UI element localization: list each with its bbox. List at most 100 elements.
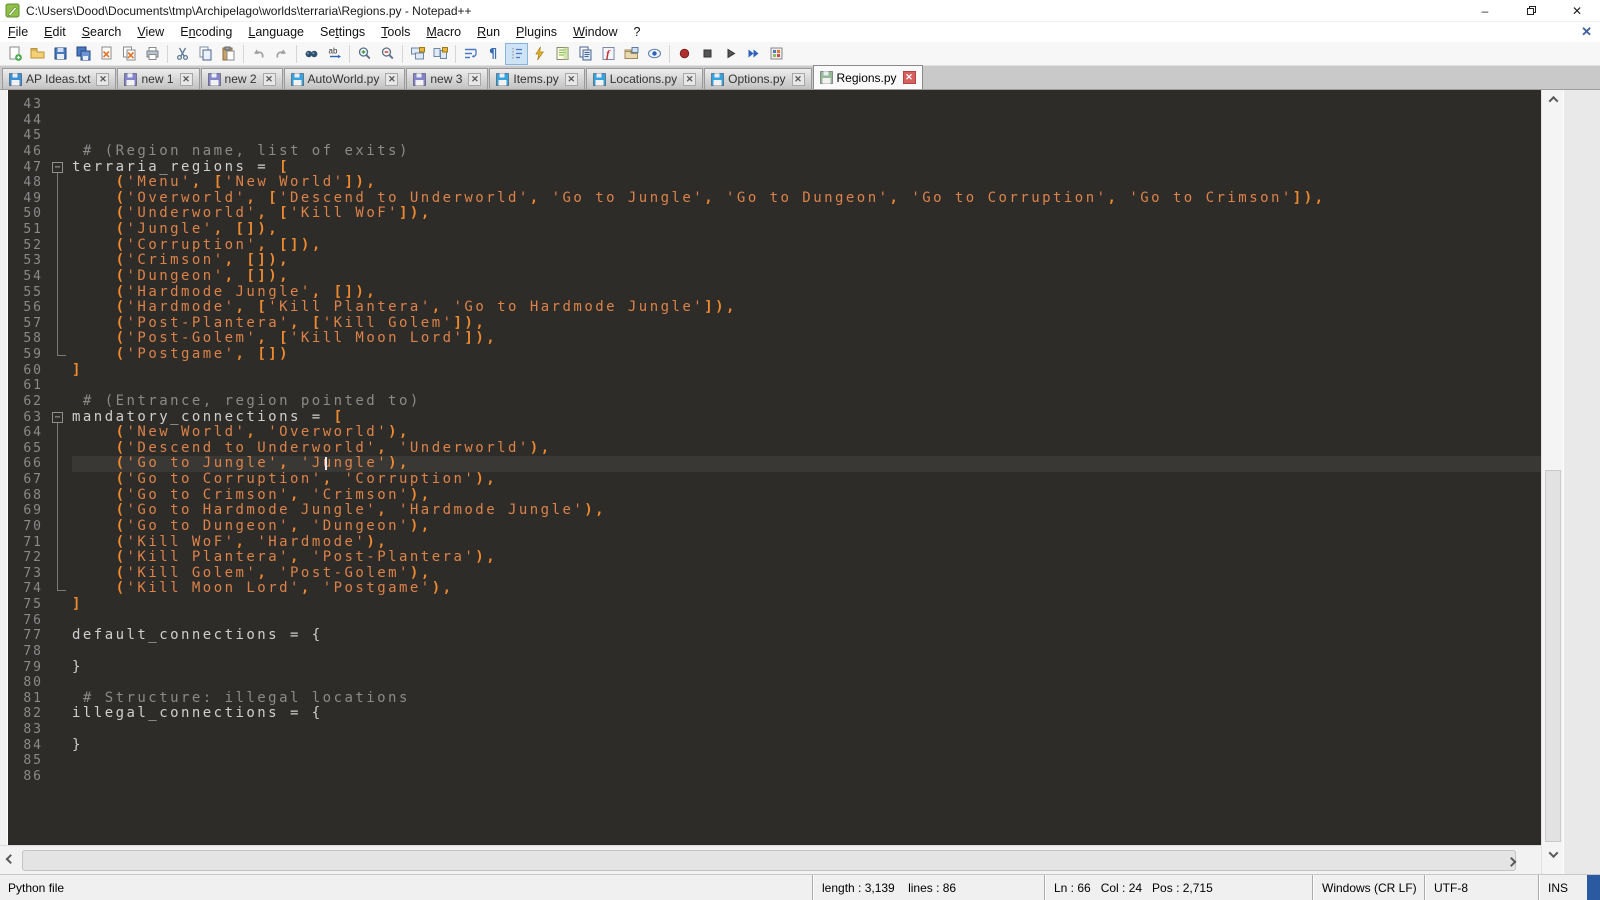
line-number[interactable]: 45: [8, 128, 48, 144]
vertical-scrollbar-thumb[interactable]: [1545, 470, 1561, 842]
code-line-45[interactable]: [72, 128, 1541, 144]
cut-button[interactable]: [171, 43, 194, 65]
line-number[interactable]: 62: [8, 394, 48, 410]
line-number[interactable]: 60: [8, 363, 48, 379]
line-number[interactable]: 59: [8, 347, 48, 363]
macro-record-button[interactable]: [673, 43, 696, 65]
copy-button[interactable]: [194, 43, 217, 65]
code-editor[interactable]: 4344454647484950515253545556575859606162…: [8, 90, 1541, 845]
line-number[interactable]: 83: [8, 722, 48, 738]
save-all-button[interactable]: [72, 43, 95, 65]
scroll-up-arrow-icon[interactable]: [1542, 90, 1564, 108]
code-line-63[interactable]: mandatory_connections = [: [72, 410, 1541, 426]
code-line-59[interactable]: ('Postgame', []): [72, 347, 1541, 363]
line-number[interactable]: 79: [8, 660, 48, 676]
sync-horizontal-scrolling-button[interactable]: [429, 43, 452, 65]
tab-new-3[interactable]: new 3✕: [406, 68, 488, 89]
monitoring-button[interactable]: [643, 43, 666, 65]
code-line-71[interactable]: ('Kill WoF', 'Hardmode'),: [72, 535, 1541, 551]
code-line-82[interactable]: illegal_connections = {: [72, 706, 1541, 722]
code-line-74[interactable]: ('Kill Moon Lord', 'Postgame'),: [72, 581, 1541, 597]
menu-item-plugins[interactable]: Plugins: [508, 23, 565, 41]
line-number[interactable]: 84: [8, 738, 48, 754]
tab-close-icon[interactable]: ✕: [903, 71, 916, 84]
line-number[interactable]: 82: [8, 706, 48, 722]
code-line-81[interactable]: # Structure: illegal locations: [72, 691, 1541, 707]
line-number[interactable]: 56: [8, 300, 48, 316]
folder-as-workspace-button[interactable]: [620, 43, 643, 65]
line-number[interactable]: 72: [8, 550, 48, 566]
line-number[interactable]: 71: [8, 535, 48, 551]
line-number[interactable]: 48: [8, 175, 48, 191]
code-line-54[interactable]: ('Dungeon', []),: [72, 269, 1541, 285]
zoom-in-button[interactable]: [353, 43, 376, 65]
line-number[interactable]: 85: [8, 753, 48, 769]
tab-close-icon[interactable]: ✕: [96, 73, 109, 86]
menu-item-window[interactable]: Window: [565, 23, 625, 41]
tab-close-icon[interactable]: ✕: [565, 73, 578, 86]
code-line-68[interactable]: ('Go to Crimson', 'Crimson'),: [72, 488, 1541, 504]
code-line-72[interactable]: ('Kill Plantera', 'Post-Plantera'),: [72, 550, 1541, 566]
line-number[interactable]: 46: [8, 144, 48, 160]
code-line-50[interactable]: ('Underworld', ['Kill WoF']),: [72, 206, 1541, 222]
line-number[interactable]: 86: [8, 769, 48, 785]
word-wrap-button[interactable]: [459, 43, 482, 65]
code-line-57[interactable]: ('Post-Plantera', ['Kill Golem']),: [72, 316, 1541, 332]
show-all-characters-button[interactable]: ¶: [482, 43, 505, 65]
line-number[interactable]: 65: [8, 441, 48, 457]
code-line-60[interactable]: ]: [72, 363, 1541, 379]
line-number[interactable]: 70: [8, 519, 48, 535]
code-line-53[interactable]: ('Crimson', []),: [72, 253, 1541, 269]
code-line-56[interactable]: ('Hardmode', ['Kill Plantera', 'Go to Ha…: [72, 300, 1541, 316]
code-line-77[interactable]: default_connections = {: [72, 628, 1541, 644]
line-number[interactable]: 54: [8, 269, 48, 285]
open-file-button[interactable]: [26, 43, 49, 65]
line-number[interactable]: 76: [8, 613, 48, 629]
menu-item-encoding[interactable]: Encoding: [172, 23, 240, 41]
code-line-51[interactable]: ('Jungle', []),: [72, 222, 1541, 238]
menu-item-file[interactable]: File: [0, 23, 36, 41]
code-line-55[interactable]: ('Hardmode Jungle', []),: [72, 285, 1541, 301]
indent-guide-button[interactable]: [505, 43, 528, 65]
code-line-46[interactable]: # (Region name, list of exits): [72, 144, 1541, 160]
code-line-52[interactable]: ('Corruption', []),: [72, 238, 1541, 254]
line-number[interactable]: 52: [8, 238, 48, 254]
scroll-down-arrow-icon[interactable]: [1542, 845, 1564, 863]
code-line-48[interactable]: ('Menu', ['New World']),: [72, 175, 1541, 191]
line-number[interactable]: 61: [8, 378, 48, 394]
line-number[interactable]: 66: [8, 456, 48, 472]
menu-item-edit[interactable]: Edit: [36, 23, 74, 41]
code-line-78[interactable]: [72, 644, 1541, 660]
code-line-49[interactable]: ('Overworld', ['Descend to Underworld', …: [72, 191, 1541, 207]
find-button[interactable]: [300, 43, 323, 65]
tab-close-icon[interactable]: ✕: [385, 73, 398, 86]
line-number[interactable]: 68: [8, 488, 48, 504]
line-number[interactable]: 43: [8, 97, 48, 113]
code-line-61[interactable]: [72, 378, 1541, 394]
sync-vertical-scrolling-button[interactable]: [406, 43, 429, 65]
close-all-button[interactable]: [118, 43, 141, 65]
menu-item-tools[interactable]: Tools: [373, 23, 418, 41]
menubar-close-file-icon[interactable]: ✕: [1581, 24, 1592, 40]
tab-close-icon[interactable]: ✕: [263, 73, 276, 86]
tab-ap-ideas-txt[interactable]: AP Ideas.txt✕: [2, 68, 116, 89]
line-number[interactable]: 47: [8, 160, 48, 176]
macro-run-multiple-button[interactable]: [742, 43, 765, 65]
menu-item-macro[interactable]: Macro: [418, 23, 469, 41]
code-line-75[interactable]: ]: [72, 597, 1541, 613]
save-button[interactable]: [49, 43, 72, 65]
line-number[interactable]: 63: [8, 410, 48, 426]
function-completion-button[interactable]: [528, 43, 551, 65]
horizontal-scrollbar-thumb[interactable]: [22, 850, 1516, 871]
menu-item-search[interactable]: Search: [74, 23, 130, 41]
code-line-65[interactable]: ('Descend to Underworld', 'Underworld'),: [72, 441, 1541, 457]
menu-item-run[interactable]: Run: [469, 23, 508, 41]
tab-close-icon[interactable]: ✕: [180, 73, 193, 86]
scroll-left-arrow-icon[interactable]: [0, 846, 20, 875]
line-number[interactable]: 80: [8, 675, 48, 691]
line-number[interactable]: 81: [8, 691, 48, 707]
code-line-67[interactable]: ('Go to Corruption', 'Corruption'),: [72, 472, 1541, 488]
code-line-43[interactable]: [72, 97, 1541, 113]
macro-play-button[interactable]: [719, 43, 742, 65]
redo-button[interactable]: [270, 43, 293, 65]
